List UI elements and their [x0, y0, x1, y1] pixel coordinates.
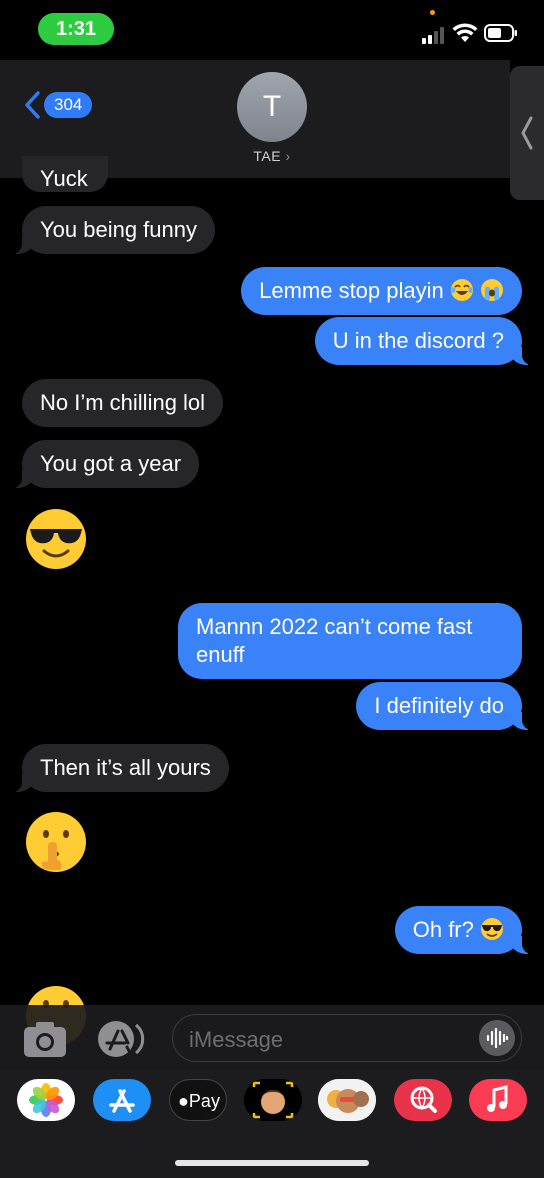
- chevron-left-icon: [521, 116, 533, 150]
- message-bubble-outgoing[interactable]: Mannn 2022 can’t come fast enuff: [178, 603, 522, 679]
- status-time[interactable]: 1:31: [38, 13, 114, 45]
- apple-pay-label: ●Pay: [170, 1080, 226, 1120]
- photos-icon: [17, 1079, 75, 1121]
- image-search-icon: [394, 1079, 452, 1121]
- back-button[interactable]: 304: [22, 90, 93, 120]
- memoji-app-button[interactable]: [244, 1079, 302, 1121]
- chevron-right-icon: ›: [285, 148, 291, 164]
- memoji-stickers-icon: [318, 1079, 376, 1121]
- unread-count-badge: 304: [44, 92, 93, 118]
- wifi-icon: [452, 23, 478, 42]
- battery-icon: [484, 24, 517, 42]
- smiling-face-with-sunglasses-icon[interactable]: [24, 507, 88, 571]
- cellular-signal-icon: [422, 26, 446, 44]
- photos-app-button[interactable]: [17, 1079, 75, 1121]
- message-text: You being funny: [40, 217, 197, 242]
- message-text: U in the discord ?: [332, 328, 504, 353]
- app-store-icon[interactable]: [96, 1019, 148, 1059]
- loudly-crying-face-icon: [481, 279, 503, 301]
- message-text: Lemme stop playin: [259, 278, 444, 303]
- status-bar: 1:31: [0, 0, 544, 60]
- message-bubble-outgoing[interactable]: Oh fr?: [394, 906, 533, 954]
- music-app-button[interactable]: [469, 1079, 527, 1121]
- message-bubble-outgoing[interactable]: Lemme stop playin: [241, 267, 522, 315]
- smiling-face-with-sunglasses-icon: [481, 918, 503, 940]
- face-with-tears-of-joy-icon: [450, 279, 473, 301]
- message-bubble-incoming[interactable]: Then it’s all yours: [12, 744, 229, 792]
- home-indicator[interactable]: [175, 1160, 369, 1166]
- shushing-face-icon[interactable]: [24, 810, 88, 874]
- message-text: I definitely do: [374, 693, 504, 718]
- app-store-app-button[interactable]: [93, 1079, 151, 1121]
- message-bubble-incoming[interactable]: No I’m chilling lol: [22, 379, 224, 427]
- camera-icon[interactable]: [22, 1019, 68, 1059]
- message-bubble-outgoing[interactable]: I definitely do: [356, 682, 532, 730]
- message-text: No I’m chilling lol: [40, 390, 206, 415]
- memoji-icon: [244, 1079, 302, 1121]
- pay-text: Pay: [188, 1091, 220, 1111]
- message-text: Yuck: [40, 166, 88, 191]
- message-bubble-outgoing[interactable]: U in the discord ?: [314, 317, 533, 365]
- message-input-placeholder: iMessage: [189, 1027, 284, 1052]
- side-panel-handle[interactable]: [510, 66, 544, 200]
- apple-pay-app-button[interactable]: ●Pay: [169, 1079, 227, 1121]
- app-store-icon: [93, 1079, 151, 1121]
- message-text: You got a year: [40, 451, 182, 476]
- message-text-line: enuff: [196, 642, 245, 667]
- message-text: Oh fr?: [412, 917, 474, 942]
- image-search-app-button[interactable]: [394, 1079, 452, 1121]
- message-bubble-incoming[interactable]: You being funny: [12, 206, 215, 254]
- message-bubble-incoming[interactable]: Yuck: [22, 156, 108, 192]
- memoji-stickers-app-button[interactable]: [318, 1079, 376, 1121]
- apple-logo-icon: ●: [178, 1091, 189, 1111]
- compose-bar: iMessage: [0, 1005, 544, 1071]
- privacy-indicator-dot: [430, 10, 435, 15]
- contact-avatar[interactable]: T: [237, 72, 307, 142]
- contact-name-label: TAE: [253, 148, 282, 164]
- message-input[interactable]: iMessage: [172, 1014, 522, 1062]
- waveform-icon[interactable]: [479, 1020, 515, 1056]
- message-text-line: Mannn 2022 can’t come fast: [196, 614, 473, 639]
- music-icon: [469, 1079, 527, 1121]
- message-bubble-incoming[interactable]: You got a year: [11, 440, 200, 488]
- chevron-left-icon: [25, 91, 40, 119]
- message-text: Then it’s all yours: [40, 755, 211, 780]
